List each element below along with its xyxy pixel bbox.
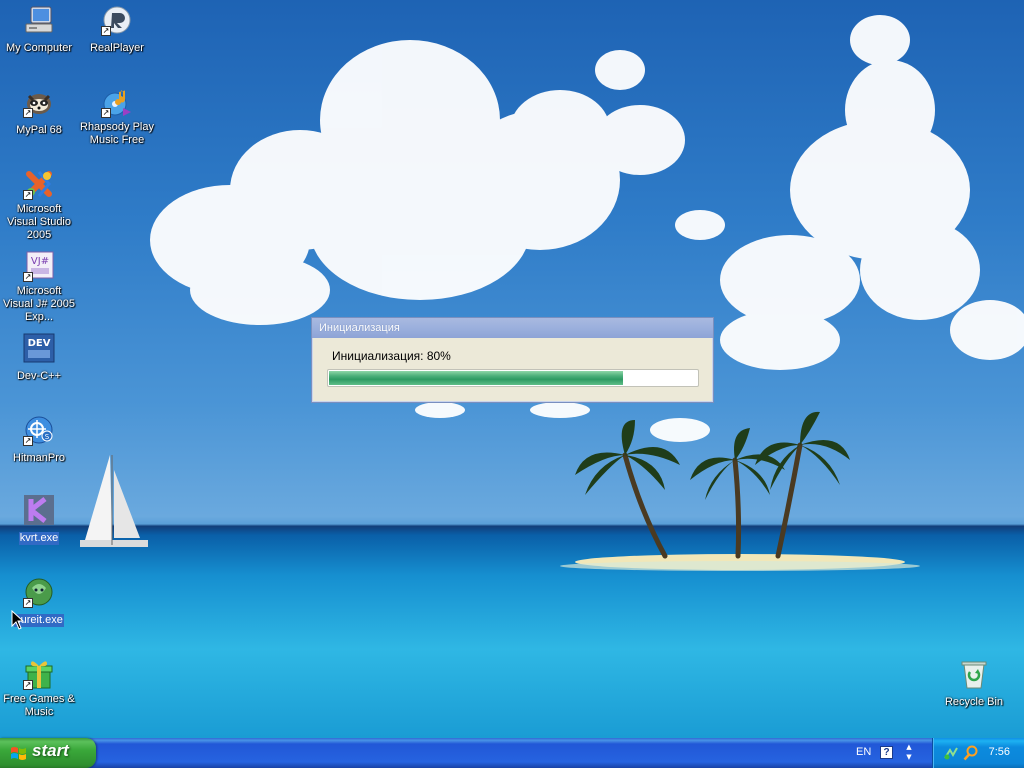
language-indicator[interactable]: EN — [856, 746, 871, 758]
shortcut-arrow-icon: ↗ — [23, 436, 33, 446]
mouse-cursor-icon — [11, 610, 25, 630]
icon-label: kvrt.exe — [18, 532, 60, 545]
icon-label: HitmanPro — [13, 452, 65, 464]
icon-label: RealPlayer — [90, 42, 144, 54]
shortcut-arrow-icon: ↗ — [23, 272, 33, 282]
initialization-dialog: Инициализация Инициализация: 80% — [311, 317, 714, 403]
visual-studio-icon: ↗ — [23, 168, 55, 200]
vj-glyph: VJ# — [31, 256, 49, 267]
start-button[interactable]: start — [0, 738, 96, 768]
visual-jsharp-icon: VJ# ↗ — [23, 250, 55, 282]
dialog-title: Инициализация — [312, 318, 713, 338]
desktop-icon-visual-jsharp[interactable]: VJ# ↗ Microsoft Visual J# 2005 Exp... — [0, 250, 78, 324]
svg-text:S: S — [45, 433, 50, 441]
desktop-icon-mypal[interactable]: ↗ MyPal 68 — [0, 86, 78, 137]
progress-bar — [327, 369, 699, 387]
desktop-icon-hitmanpro[interactable]: S ↗ HitmanPro — [0, 414, 78, 465]
language-bar-options-icon[interactable]: ▲ ▼ — [904, 742, 914, 762]
icon-label: Free Games & Music — [3, 693, 75, 718]
progress-bar-fill — [329, 371, 624, 385]
shortcut-arrow-icon: ↗ — [101, 26, 111, 36]
recycle-bin-icon — [958, 658, 990, 690]
help-icon[interactable]: ? — [880, 746, 893, 759]
icon-label: MyPal 68 — [16, 124, 62, 136]
mypal-icon: ↗ — [23, 86, 55, 118]
desktop-icon-rhapsody[interactable]: ↗ Rhapsody Play Music Free — [78, 86, 156, 147]
icon-label: Recycle Bin — [944, 696, 1004, 708]
search-tray-icon[interactable] — [963, 745, 979, 761]
start-label: start — [32, 741, 69, 760]
taskbar: start EN ? ▲ ▼ 7:56 — [0, 738, 1024, 768]
shortcut-arrow-icon: ↗ — [23, 108, 33, 118]
hitmanpro-icon: S ↗ — [23, 414, 55, 446]
icon-label: Rhapsody Play Music Free — [80, 121, 154, 146]
desktop-icon-kvrt[interactable]: kvrt.exe — [0, 494, 78, 545]
my-computer-icon — [23, 4, 55, 36]
desktop-icon-dev-cpp[interactable]: DEV Dev-C++ — [0, 332, 78, 383]
desktop-icon-my-computer[interactable]: My Computer — [0, 4, 78, 55]
realplayer-icon: ↗ — [101, 4, 133, 36]
desktop-icon-realplayer[interactable]: ↗ RealPlayer — [78, 4, 156, 55]
rhapsody-icon: ↗ — [101, 86, 133, 118]
icon-label: Dev-C++ — [16, 370, 62, 382]
free-games-icon: ↗ — [23, 658, 55, 690]
desktop-icon-free-games[interactable]: ↗ Free Games & Music — [0, 658, 78, 719]
shortcut-arrow-icon: ↗ — [101, 108, 111, 118]
desktop-icon-visual-studio[interactable]: ↗ Microsoft Visual Studio 2005 — [0, 168, 78, 242]
windows-flag-icon — [11, 747, 26, 760]
desktop-icon-recycle-bin[interactable]: Recycle Bin — [935, 658, 1013, 709]
kvrt-icon — [23, 494, 55, 526]
shortcut-arrow-icon: ↗ — [23, 190, 33, 200]
icon-label: My Computer — [5, 42, 73, 54]
cureit-icon: ↗ — [23, 576, 55, 608]
icon-label: Microsoft Visual Studio 2005 — [6, 203, 71, 241]
dev-glyph: DEV — [28, 338, 51, 349]
shortcut-arrow-icon: ↗ — [23, 598, 33, 608]
dialog-status-text: Инициализация: 80% — [332, 349, 451, 363]
clock[interactable]: 7:56 — [989, 746, 1010, 758]
desktop[interactable]: My Computer ↗ RealPlayer ↗ MyPal 68 ↗ Rh… — [0, 0, 1024, 738]
network-tray-icon[interactable] — [943, 745, 959, 761]
system-tray: 7:56 — [932, 738, 1024, 768]
dev-cpp-icon: DEV — [23, 332, 55, 364]
icon-label: Microsoft Visual J# 2005 Exp... — [3, 285, 75, 323]
shortcut-arrow-icon: ↗ — [23, 680, 33, 690]
